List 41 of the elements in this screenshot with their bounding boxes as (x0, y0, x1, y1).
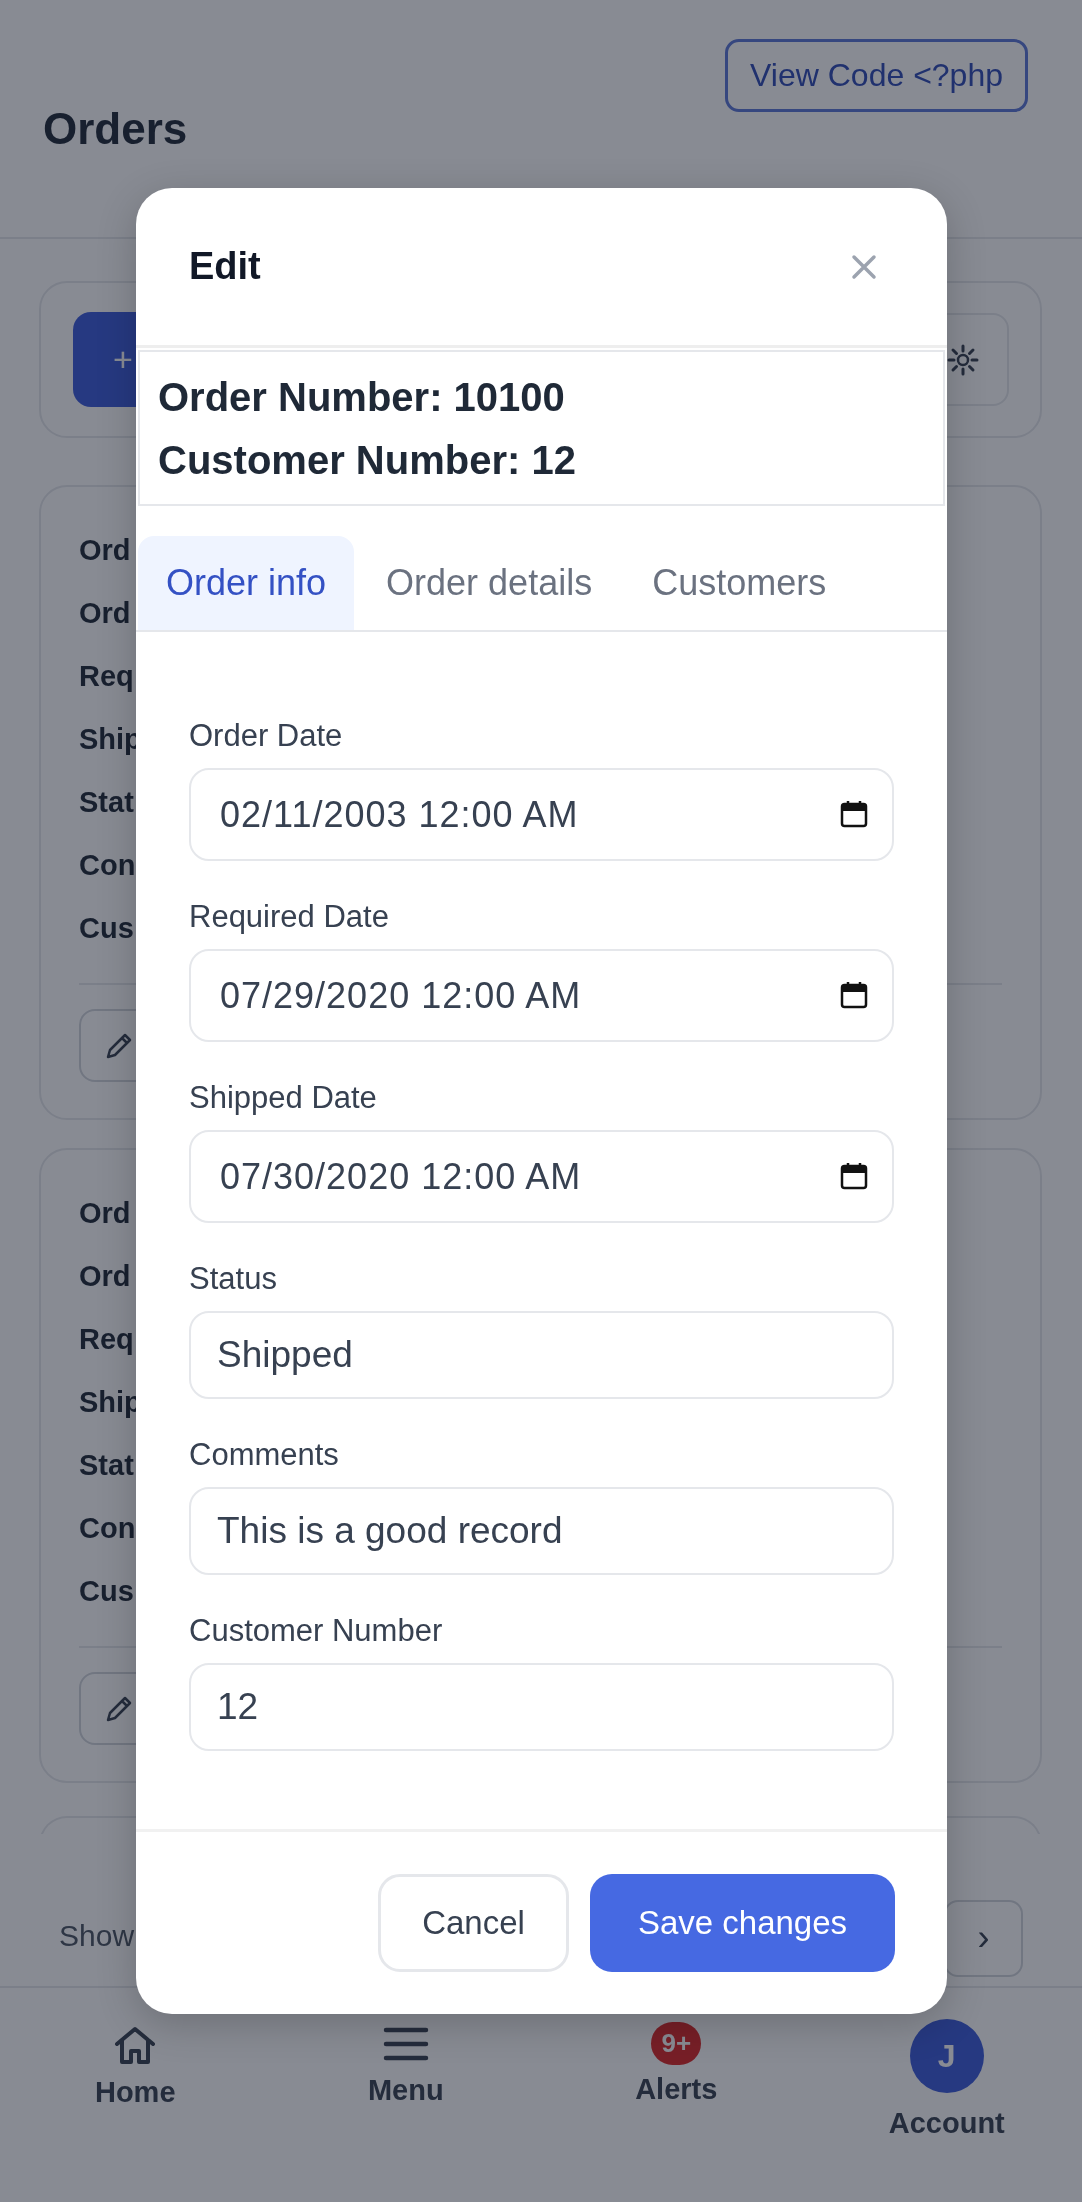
view-code-button[interactable]: View Code <?php (725, 39, 1028, 112)
next-page-button[interactable]: › (944, 1899, 1023, 1977)
tab[interactable]: Customers (624, 536, 855, 630)
tab[interactable]: Order details (358, 536, 621, 630)
field-label: Ord (79, 596, 131, 631)
calendar-icon[interactable] (840, 981, 868, 1009)
input-field[interactable]: Shipped (189, 1311, 894, 1399)
field-label: Ord (79, 533, 131, 568)
field-label: Ord (79, 1196, 131, 1231)
field-label: Required Date (189, 899, 390, 935)
date-field[interactable]: 07/30/2020 12:00 AM (189, 1130, 894, 1223)
field-label: Shipped Date (189, 1080, 378, 1116)
field-label: Stat (79, 785, 134, 820)
field-label: Req (79, 1322, 134, 1357)
page-title: Orders (43, 104, 189, 154)
date-field[interactable]: 02/11/2003 12:00 AM (189, 768, 894, 861)
save-button[interactable]: Save changes (590, 1874, 895, 1972)
modal-title: Edit (189, 245, 261, 288)
field-label: Ord (79, 1259, 131, 1294)
notification-badge: 9+ (651, 2022, 702, 2065)
field-label: Con (79, 848, 136, 883)
cancel-button[interactable]: Cancel (378, 1874, 569, 1972)
calendar-icon[interactable] (840, 1162, 868, 1190)
date-field[interactable]: 07/29/2020 12:00 AM (189, 949, 894, 1042)
avatar: J (909, 2019, 984, 2093)
pagination-label: Show (59, 1918, 135, 1953)
field-label: Comments (189, 1437, 340, 1473)
summary-line: Order Number: 10100 (158, 374, 565, 421)
field-label: Status (189, 1261, 278, 1297)
field-label: Cus (79, 911, 134, 946)
tab[interactable]: Order info (138, 536, 355, 630)
input-field[interactable]: 12 (189, 1663, 894, 1751)
field-label: Stat (79, 1448, 134, 1483)
field-label: Customer Number (189, 1613, 444, 1649)
calendar-icon[interactable] (840, 800, 868, 828)
summary-line: Customer Number: 12 (158, 437, 576, 484)
field-label: Con (79, 1511, 136, 1546)
field-label: Cus (79, 1574, 134, 1609)
field-label: Req (79, 659, 134, 694)
field-label: Order Date (189, 718, 344, 754)
input-field[interactable]: This is a good record (189, 1487, 894, 1575)
